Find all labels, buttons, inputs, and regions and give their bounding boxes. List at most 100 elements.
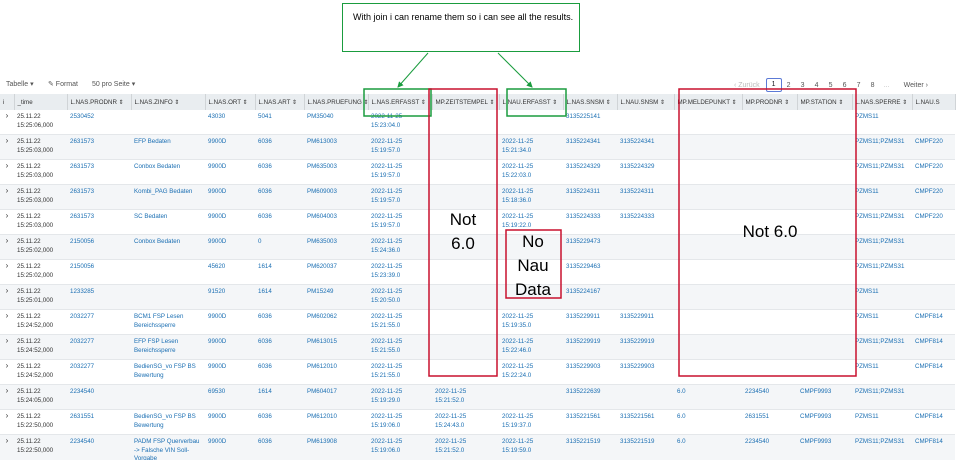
cell-nau-snsm[interactable]: [617, 284, 674, 310]
cell-sperre[interactable]: PZMS11: [852, 309, 912, 335]
cell-prodnr[interactable]: 2631551: [67, 409, 131, 435]
cell-nau-snsm[interactable]: [617, 234, 674, 260]
cell-zeitstempel[interactable]: [432, 259, 499, 285]
cell-nau-s[interactable]: [912, 284, 955, 310]
expand-row-icon[interactable]: ›: [0, 284, 14, 310]
cell-nas-snsm[interactable]: 3135222639: [563, 384, 617, 410]
cell-station[interactable]: [797, 309, 852, 335]
cell-nas-snsm[interactable]: 3135224167: [563, 284, 617, 310]
cell-zeitstempel[interactable]: [432, 309, 499, 335]
cell-pruefung[interactable]: PM15249: [304, 284, 368, 310]
column-header[interactable]: i: [0, 94, 15, 110]
expand-row-icon[interactable]: ›: [0, 309, 14, 335]
cell-meldepunkt[interactable]: [674, 184, 742, 210]
cell-sperre[interactable]: PZMS11;PZMS31: [852, 209, 912, 235]
cell-nau-s[interactable]: CMPF220: [912, 184, 955, 210]
cell-nau-snsm[interactable]: 3135229903: [617, 359, 674, 385]
cell-meldepunkt[interactable]: 6.0: [674, 409, 742, 435]
prev-page-button[interactable]: ‹ Zurück: [734, 82, 760, 89]
expand-row-icon[interactable]: ›: [0, 134, 14, 160]
cell-nau-s[interactable]: CMPF220: [912, 209, 955, 235]
cell-pruefung[interactable]: PM604017: [304, 384, 368, 410]
cell-zeitstempel[interactable]: [432, 184, 499, 210]
cell-nas-snsm[interactable]: 3135221519: [563, 434, 617, 460]
expand-row-icon[interactable]: ›: [0, 359, 14, 385]
cell-zinfo[interactable]: [131, 110, 205, 135]
cell-station[interactable]: [797, 110, 852, 135]
cell-art[interactable]: 1614: [255, 384, 304, 410]
cell-nas-erfasst[interactable]: 2022-11-25 15:21:55.0: [368, 359, 432, 385]
cell-nau-snsm[interactable]: 3135229911: [617, 309, 674, 335]
cell-ort[interactable]: 9900D: [205, 434, 255, 460]
column-header[interactable]: MP.STATION ⇕: [797, 94, 853, 110]
table-row[interactable]: › 25.11.22 15:25:03,000 2631573 Kombi_PAG B…: [0, 184, 955, 210]
cell-sperre[interactable]: PZMS11: [852, 110, 912, 135]
page-button[interactable]: 1: [765, 78, 782, 92]
cell-sperre[interactable]: PZMS11;PZMS31: [852, 434, 912, 460]
cell-art[interactable]: 0: [255, 234, 304, 260]
cell-nas-erfasst[interactable]: 2022-11-25 15:21:55.0: [368, 334, 432, 360]
cell-art[interactable]: 6036: [255, 409, 304, 435]
cell-prodnr[interactable]: 2150056: [67, 234, 131, 260]
cell-ort[interactable]: 9900D: [205, 359, 255, 385]
cell-nau-s[interactable]: CMPF814: [912, 359, 955, 385]
cell-nas-snsm[interactable]: 3135229463: [563, 259, 617, 285]
cell-mp-prodnr[interactable]: [742, 134, 797, 160]
cell-ort[interactable]: 69530: [205, 384, 255, 410]
cell-sperre[interactable]: PZMS11;PZMS31: [852, 259, 912, 285]
expand-row-icon[interactable]: ›: [0, 209, 14, 235]
cell-sperre[interactable]: PZMS11: [852, 409, 912, 435]
cell-nas-snsm[interactable]: 3135224333: [563, 209, 617, 235]
cell-sperre[interactable]: PZMS11;PZMS31: [852, 334, 912, 360]
expand-row-icon[interactable]: ›: [0, 110, 14, 135]
cell-mp-prodnr[interactable]: [742, 359, 797, 385]
column-header[interactable]: _time: [14, 94, 68, 110]
expand-row-icon[interactable]: ›: [0, 234, 14, 260]
expand-row-icon[interactable]: ›: [0, 159, 14, 185]
table-row[interactable]: › 25.11.22 15:25:03,000 2631573 Conbox Beda…: [0, 159, 955, 185]
cell-ort[interactable]: 9900D: [205, 159, 255, 185]
cell-station[interactable]: [797, 284, 852, 310]
column-header[interactable]: L.NAS.PRUEFUNG ⇕: [304, 94, 369, 110]
cell-nau-s[interactable]: CMPF814: [912, 309, 955, 335]
cell-nau-s[interactable]: CMPF220: [912, 134, 955, 160]
column-header[interactable]: L.NAU.SNSM ⇕: [617, 94, 675, 110]
cell-mp-prodnr[interactable]: [742, 259, 797, 285]
cell-meldepunkt[interactable]: 6.0: [674, 384, 742, 410]
cell-nas-snsm[interactable]: 3135224341: [563, 134, 617, 160]
cell-station[interactable]: [797, 134, 852, 160]
cell-meldepunkt[interactable]: [674, 110, 742, 135]
cell-nas-erfasst[interactable]: 2022-11-25 15:19:57.0: [368, 134, 432, 160]
cell-ort[interactable]: 9900D: [205, 209, 255, 235]
cell-prodnr[interactable]: 2032277: [67, 359, 131, 385]
cell-art[interactable]: 6036: [255, 209, 304, 235]
column-header[interactable]: L.NAS.ART ⇕: [255, 94, 305, 110]
cell-nas-erfasst[interactable]: 2022-11-25 15:19:57.0: [368, 184, 432, 210]
cell-nas-snsm[interactable]: 3135229919: [563, 334, 617, 360]
cell-art[interactable]: 6036: [255, 359, 304, 385]
page-button[interactable]: 7: [852, 82, 866, 89]
cell-ort[interactable]: 9900D: [205, 409, 255, 435]
table-row[interactable]: › 25.11.22 15:25:06,000 2530452 43030 5041 PM…: [0, 110, 955, 135]
cell-zeitstempel[interactable]: 2022-11-25 15:21:52.0: [432, 384, 499, 410]
next-page-button[interactable]: Weiter ›: [904, 82, 928, 89]
cell-nau-snsm[interactable]: 3135221519: [617, 434, 674, 460]
cell-nau-snsm[interactable]: 3135224329: [617, 159, 674, 185]
cell-art[interactable]: 6036: [255, 309, 304, 335]
column-header[interactable]: L.NAS.SNSM ⇕: [563, 94, 618, 110]
cell-prodnr[interactable]: 2234540: [67, 384, 131, 410]
cell-sperre[interactable]: PZMS11: [852, 284, 912, 310]
cell-nau-s[interactable]: [912, 259, 955, 285]
cell-mp-prodnr[interactable]: 2631551: [742, 409, 797, 435]
cell-prodnr[interactable]: 2032277: [67, 309, 131, 335]
cell-nas-erfasst[interactable]: 2022-11-25 15:19:06.0: [368, 409, 432, 435]
table-row[interactable]: › 25.11.22 15:22:50,000 2631551 BedienSG_vo…: [0, 409, 955, 435]
cell-sperre[interactable]: PZMS11;PZMS31: [852, 234, 912, 260]
expand-row-icon[interactable]: ›: [0, 434, 14, 460]
cell-art[interactable]: 6036: [255, 134, 304, 160]
page-button[interactable]: 5: [824, 82, 838, 89]
cell-zeitstempel[interactable]: [432, 134, 499, 160]
cell-nas-erfasst[interactable]: 2022-11-25 15:19:06.0: [368, 434, 432, 460]
cell-mp-prodnr[interactable]: [742, 110, 797, 135]
page-button[interactable]: 3: [796, 82, 810, 89]
